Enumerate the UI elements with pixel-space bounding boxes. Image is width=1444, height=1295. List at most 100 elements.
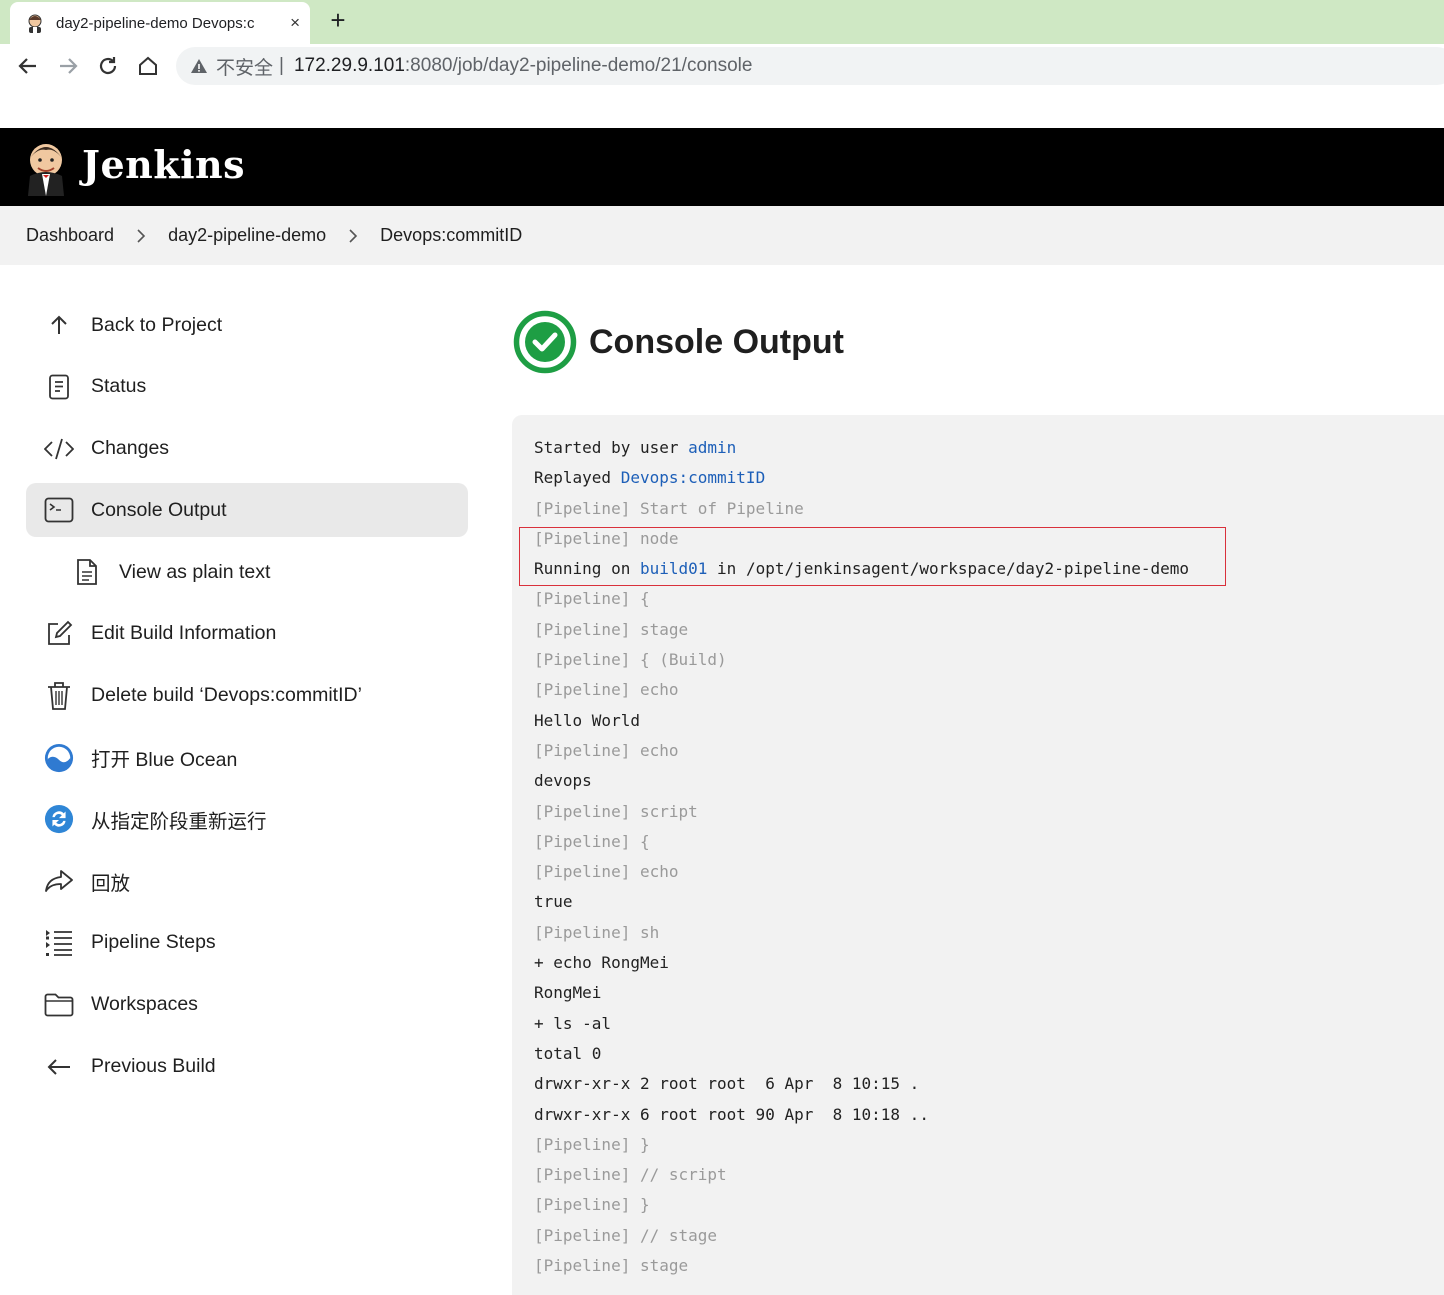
- console-line-text: [Pipeline] echo: [534, 740, 679, 760]
- terminal-icon: [44, 495, 74, 525]
- console-line: [Pipeline] script: [534, 797, 1444, 827]
- sidebar-item-label: Edit Build Information: [91, 622, 277, 645]
- sidebar-item-label: Delete build ‘Devops:commitID’: [91, 684, 362, 707]
- console-line: [Pipeline] sh: [534, 918, 1444, 948]
- console-link[interactable]: build01: [640, 559, 707, 578]
- console-line-text: drwxr-xr-x 6 root root 90 Apr 8 10:18 ..: [534, 1104, 929, 1124]
- sidebar-item-workspaces[interactable]: Workspaces: [26, 978, 468, 1032]
- home-button[interactable]: [135, 53, 161, 79]
- warning-icon: [191, 59, 207, 73]
- console-line-text: [Pipeline] {: [534, 831, 650, 851]
- forward-button[interactable]: [55, 53, 81, 79]
- breadcrumb-job[interactable]: day2-pipeline-demo: [168, 225, 326, 246]
- file-text-icon: [72, 557, 102, 587]
- jenkins-brand[interactable]: Jenkins: [82, 142, 245, 187]
- back-button[interactable]: [15, 53, 41, 79]
- arrow-up-icon: [44, 310, 74, 340]
- console-line-text: [Pipeline] // script: [534, 1165, 727, 1185]
- sidebar-item-status[interactable]: Status: [26, 360, 468, 414]
- browser-tab[interactable]: day2-pipeline-demo Devops:c ×: [10, 2, 310, 44]
- sidebar-item-label: View as plain text: [119, 560, 271, 583]
- console-line: RongMei: [534, 978, 1444, 1008]
- console-line: [Pipeline] Start of Pipeline: [534, 494, 1444, 524]
- console-line: drwxr-xr-x 2 root root 6 Apr 8 10:15 .: [534, 1069, 1444, 1099]
- breadcrumb-build[interactable]: Devops:commitID: [380, 225, 522, 246]
- success-check-icon: [513, 310, 577, 374]
- sidebar-item-blue-ocean[interactable]: 打开 Blue Ocean: [26, 731, 468, 785]
- jenkins-logo-icon[interactable]: [24, 138, 68, 196]
- console-line-text: [Pipeline] echo: [534, 862, 679, 882]
- console-line: drwxr-xr-x 6 root root 90 Apr 8 10:18 ..: [534, 1100, 1444, 1130]
- code-icon: [44, 434, 74, 464]
- console-link[interactable]: admin: [688, 438, 736, 457]
- console-line-text: drwxr-xr-x 2 root root 6 Apr 8 10:15 .: [534, 1074, 920, 1094]
- console-line-text: [Pipeline] stage: [534, 1256, 689, 1276]
- console-line-text: + echo RongMei: [534, 953, 669, 973]
- url-separator: |: [279, 55, 284, 76]
- sidebar-item-view-plain-text[interactable]: View as plain text: [26, 545, 468, 599]
- sidebar-item-edit-build-information[interactable]: Edit Build Information: [26, 607, 468, 661]
- console-line-text: [Pipeline] echo: [534, 680, 679, 700]
- console-line-text: [Pipeline] sh: [534, 922, 660, 942]
- console-line-text: Hello World: [534, 710, 640, 730]
- chevron-right-icon: [136, 228, 146, 243]
- insecure-label: 不安全: [216, 57, 274, 79]
- tab-title: day2-pipeline-demo Devops:c: [56, 14, 255, 32]
- console-line: [Pipeline] node: [534, 524, 1444, 554]
- console-line-text: [Pipeline] stage: [534, 619, 689, 639]
- console-line: [Pipeline] echo: [534, 675, 1444, 705]
- restart-icon: [44, 804, 74, 834]
- new-tab-button[interactable]: +: [324, 6, 352, 34]
- sidebar-item-console-output[interactable]: Console Output: [26, 483, 468, 538]
- console-line-text: total 0: [534, 1043, 602, 1063]
- sidebar-item-label: Changes: [91, 437, 170, 460]
- list-icon: [44, 928, 74, 958]
- sidebar-item-label: 回放: [91, 872, 131, 895]
- trash-icon: [44, 681, 74, 711]
- browser-tabstrip: day2-pipeline-demo Devops:c × +: [0, 0, 1444, 44]
- sidebar-item-label: Status: [91, 375, 147, 398]
- sidebar-item-label: Workspaces: [91, 993, 198, 1016]
- url-host: 172.29.9.101: [293, 55, 405, 76]
- sidebar-item-back-to-project[interactable]: Back to Project: [26, 298, 468, 352]
- console-line-text: in /opt/jenkinsagent/workspace/day2-pipe…: [707, 559, 1190, 579]
- console-line-text: [Pipeline] { (Build): [534, 650, 727, 670]
- console-line-text: [Pipeline] }: [534, 1134, 650, 1154]
- sidebar: Back to Project Status Changes Console O…: [26, 298, 468, 1101]
- breadcrumb-dashboard[interactable]: Dashboard: [26, 225, 114, 246]
- console-line-text: true: [534, 892, 573, 912]
- tab-close-icon[interactable]: ×: [290, 13, 300, 33]
- console-line: true: [534, 887, 1444, 917]
- sidebar-item-label: 打开 Blue Ocean: [91, 749, 238, 772]
- console-line: [Pipeline] echo: [534, 736, 1444, 766]
- console-line: [Pipeline] {: [534, 584, 1444, 614]
- console-line: [Pipeline] {: [534, 827, 1444, 857]
- sidebar-item-label: Console Output: [91, 498, 227, 521]
- console-line: [Pipeline] // script: [534, 1160, 1444, 1190]
- sidebar-item-label: 从指定阶段重新运行: [91, 810, 267, 833]
- reload-button[interactable]: [95, 53, 121, 79]
- console-line-text: [Pipeline] script: [534, 801, 698, 821]
- address-bar[interactable]: 不安全 | 172.29.9.101 :8080/job/day2-pipeli…: [176, 47, 1444, 85]
- console-line-text: RongMei: [534, 983, 602, 1003]
- console-line-text: + ls -al: [534, 1013, 612, 1033]
- console-line: + echo RongMei: [534, 948, 1444, 978]
- sidebar-item-replay[interactable]: 回放: [26, 854, 468, 908]
- sidebar-item-pipeline-steps[interactable]: Pipeline Steps: [26, 916, 468, 970]
- console-line-text: [Pipeline] node: [534, 528, 679, 548]
- document-icon: [44, 372, 74, 402]
- page-title: Console Output: [589, 322, 844, 361]
- sidebar-item-previous-build[interactable]: Previous Build: [26, 1040, 468, 1094]
- edit-icon: [44, 619, 74, 649]
- console-line-text: Replayed: [534, 468, 621, 488]
- console-line-text: [Pipeline] {: [534, 589, 650, 609]
- sidebar-item-restart-from-stage[interactable]: 从指定阶段重新运行: [26, 792, 468, 846]
- console-line: Running on build01 in /opt/jenkinsagent/…: [534, 554, 1444, 584]
- chevron-right-icon: [348, 228, 358, 243]
- sidebar-item-changes[interactable]: Changes: [26, 422, 468, 476]
- sidebar-item-delete-build[interactable]: Delete build ‘Devops:commitID’: [26, 669, 468, 723]
- console-line: Started by user admin: [534, 433, 1444, 463]
- console-line-text: Started by user: [534, 438, 689, 457]
- arrow-forward-icon: [60, 58, 78, 74]
- console-link[interactable]: Devops:commitID: [621, 468, 766, 487]
